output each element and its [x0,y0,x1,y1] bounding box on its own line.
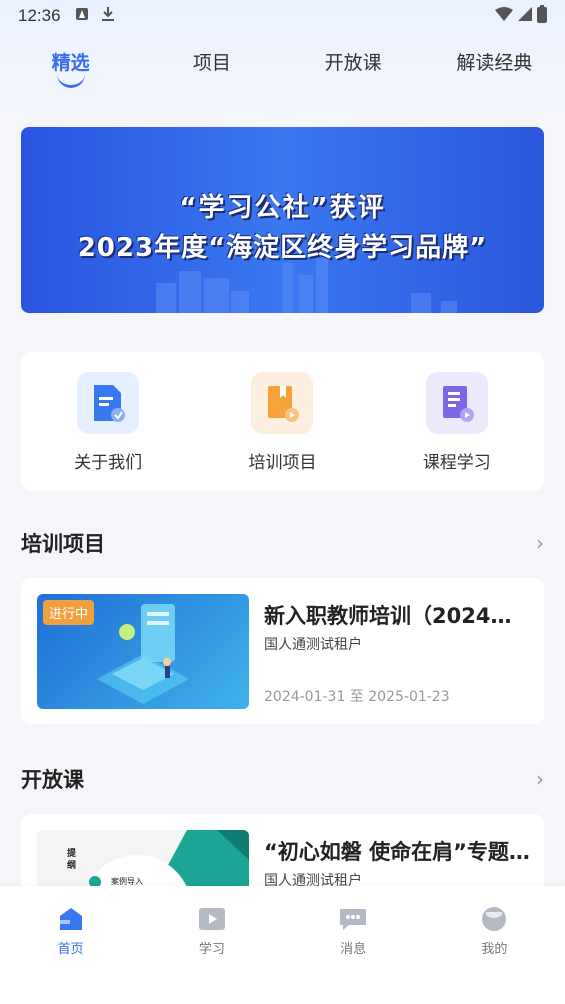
section-title: 培训项目 [21,532,105,556]
download-icon [101,6,115,27]
message-icon [339,906,367,932]
wifi-icon [495,6,513,26]
tab-label: 开放课 [324,52,382,74]
nav-label: 学习 [198,942,225,957]
nav-messages[interactable]: 消息 [283,886,424,1004]
training-section-header[interactable]: 培训项目 › [21,528,544,558]
tab-featured[interactable]: 精选 [0,40,141,88]
thumb-outline-text: 提纲 [67,849,77,871]
training-thumbnail: 进行中 [37,594,249,709]
course-title: “初心如磐 使命在肩”专题… [264,840,530,864]
quick-link-label: 培训项目 [248,453,317,473]
open-course-section-header[interactable]: 开放课 › [21,764,544,794]
tab-label: 项目 [192,52,231,74]
signal-icon [518,6,532,26]
quick-link-label: 课程学习 [422,453,491,473]
tab-active-indicator [56,74,85,88]
promo-banner[interactable]: “学习公社”获评 2023年度“海淀区终身学习品牌” [21,127,544,313]
training-card[interactable]: 进行中 新入职教师培训（2024… 国人通测试租户 2024-01-31 至 2… [21,578,544,724]
app-notification-icon [75,6,89,26]
top-tabs: 精选 项目 开放课 解读经典 [0,40,565,90]
home-icon [57,906,85,932]
course-date-range: 2024-01-31 至 2025-01-23 [264,689,450,705]
document-icon [77,372,140,434]
nav-profile[interactable]: 我的 [424,886,565,1004]
quick-link-course-study[interactable]: 课程学习 [382,352,532,473]
banner-headline: “学习公社”获评 [179,193,386,223]
quick-link-label: 关于我们 [74,453,143,473]
quick-links-card: 关于我们 培训项目 课程学习 [21,352,544,491]
nav-study[interactable]: 学习 [141,886,282,1004]
tab-open-courses[interactable]: 开放课 [283,40,424,75]
status-badge: 进行中 [43,600,95,625]
nav-label: 首页 [57,942,84,957]
course-title: 新入职教师培训（2024… [264,604,512,628]
play-book-icon [198,906,226,932]
nav-label: 消息 [340,942,367,957]
section-title: 开放课 [21,768,84,792]
tab-label: 解读经典 [456,52,533,74]
nav-label: 我的 [481,942,508,957]
tab-projects[interactable]: 项目 [141,40,282,75]
quick-link-about-us[interactable]: 关于我们 [33,352,183,473]
tab-classics[interactable]: 解读经典 [424,40,565,75]
quick-link-training[interactable]: 培训项目 [207,352,357,473]
status-bar: 12:36 [0,0,565,32]
training-icon [251,372,314,434]
profile-icon [480,906,508,932]
battery-icon [537,4,547,28]
bottom-navigation: 首页 学习 消息 我的 [0,886,565,1004]
chevron-right-icon[interactable]: › [536,531,544,555]
status-time: 12:36 [18,6,61,25]
tab-label: 精选 [51,52,90,74]
banner-subheadline: 2023年度“海淀区终身学习品牌” [77,233,488,263]
course-org: 国人通测试租户 [264,637,362,653]
nav-home[interactable]: 首页 [0,886,141,1004]
course-icon [425,372,488,434]
chevron-right-icon[interactable]: › [536,767,544,791]
